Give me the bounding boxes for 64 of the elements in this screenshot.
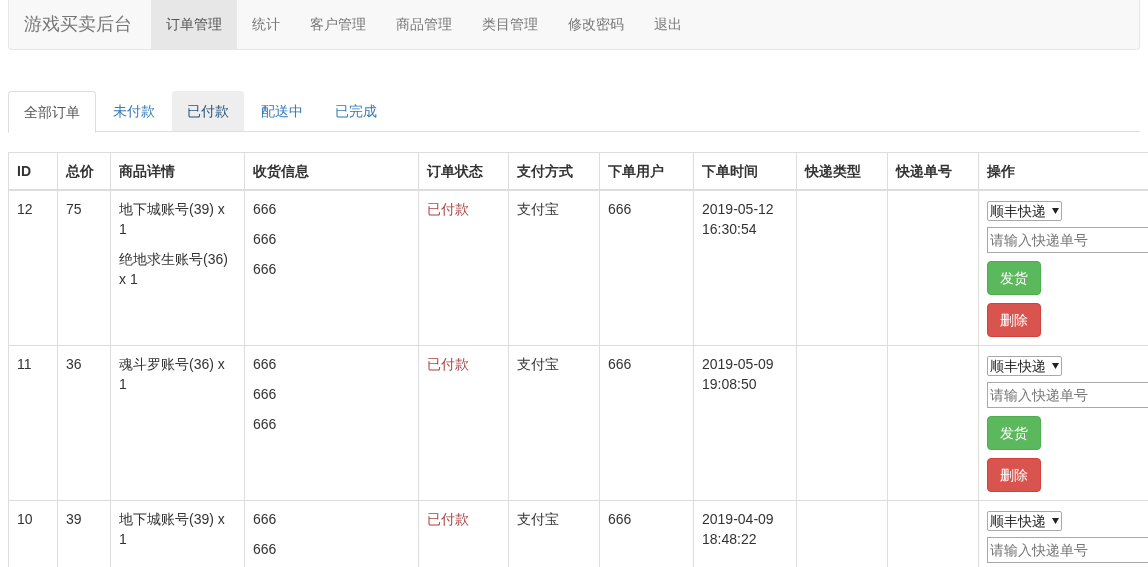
table-cell: 2019-05-09 19:08:50 <box>702 356 774 392</box>
column-header: 快递单号 <box>887 152 979 190</box>
nav-item[interactable]: 商品管理 <box>381 0 467 49</box>
table-cell: 支付宝 <box>517 511 559 527</box>
courier-dropdown[interactable]: 顺丰快递 <box>987 511 1062 531</box>
table-cell: 支付宝 <box>517 356 559 372</box>
column-header: ID <box>8 152 58 190</box>
tab[interactable]: 全部订单 <box>8 91 96 133</box>
column-header: 下单用户 <box>599 152 694 190</box>
nav-item[interactable]: 统计 <box>237 0 295 49</box>
nav-item[interactable]: 修改密码 <box>553 0 639 49</box>
address-line: 666 <box>253 385 278 404</box>
address-line: 666 <box>253 540 278 559</box>
nav-item[interactable]: 退出 <box>639 0 697 49</box>
column-header: 总价 <box>57 152 111 190</box>
column-header: 订单状态 <box>418 152 509 190</box>
tracking-number-field[interactable]: 请输入快递单号 <box>987 537 1148 563</box>
tracking-number-field[interactable]: 请输入快递单号 <box>987 382 1148 408</box>
product-line: 绝地求生账号(36) x 1 <box>119 250 229 289</box>
ship-button[interactable]: 发货 <box>987 416 1041 450</box>
column-header: 商品详情 <box>110 152 245 190</box>
address-line: 666 <box>253 200 278 219</box>
product-line: 地下城账号(39) x 1 <box>119 200 226 239</box>
column-header: 支付方式 <box>508 152 600 190</box>
address-line: 666 <box>253 230 278 249</box>
address-line: 666 <box>253 260 278 279</box>
delete-button[interactable]: 删除 <box>987 303 1041 337</box>
nav-item[interactable]: 客户管理 <box>295 0 381 49</box>
status-text: 已付款 <box>427 201 469 217</box>
nav-item[interactable]: 类目管理 <box>467 0 553 49</box>
delete-button[interactable]: 删除 <box>987 458 1041 492</box>
table-cell: 666 <box>608 356 632 372</box>
table-cell: 11 <box>17 356 32 372</box>
column-header: 下单时间 <box>693 152 797 190</box>
table-cell: 75 <box>66 201 82 217</box>
nav-item[interactable]: 订单管理 <box>151 0 237 49</box>
tab[interactable]: 已付款 <box>172 91 244 131</box>
table-cell: 39 <box>66 511 82 527</box>
table-cell: 2019-05-12 16:30:54 <box>702 201 774 237</box>
tracking-number-field[interactable]: 请输入快递单号 <box>987 227 1148 253</box>
caret-icon <box>1052 208 1059 214</box>
courier-dropdown[interactable]: 顺丰快递 <box>987 201 1062 221</box>
column-header: 收货信息 <box>244 152 419 190</box>
table-cell: 666 <box>608 511 632 527</box>
status-text: 已付款 <box>427 511 469 527</box>
ship-button[interactable]: 发货 <box>987 261 1041 295</box>
table-cell: 12 <box>17 201 33 217</box>
address-line: 666 <box>253 510 278 529</box>
table-cell: 36 <box>66 356 82 372</box>
product-line: 地下城账号(39) x 1 <box>119 510 226 549</box>
caret-icon <box>1052 363 1059 369</box>
column-header: 操作 <box>978 152 1148 190</box>
table-cell: 10 <box>17 511 33 527</box>
address-line: 666 <box>253 355 278 374</box>
caret-icon <box>1052 518 1059 524</box>
status-text: 已付款 <box>427 356 469 372</box>
table-cell: 2019-04-09 18:48:22 <box>702 511 774 547</box>
address-line: 666 <box>253 415 278 434</box>
product-line: 魂斗罗账号(36) x 1 <box>119 355 226 394</box>
table-cell: 666 <box>608 201 632 217</box>
column-header: 快递类型 <box>796 152 888 190</box>
brand-title[interactable]: 游戏买卖后台 <box>9 0 147 49</box>
table-cell: 支付宝 <box>517 201 559 217</box>
courier-dropdown[interactable]: 顺丰快递 <box>987 356 1062 376</box>
